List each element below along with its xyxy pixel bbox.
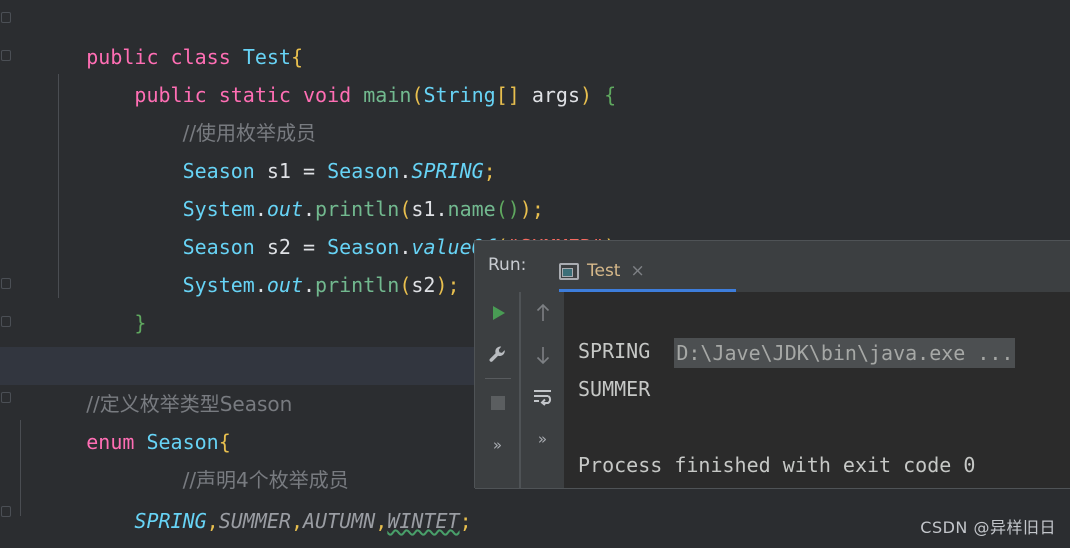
- arrow-down-icon: [536, 347, 549, 365]
- stop-button[interactable]: [476, 382, 519, 424]
- code-line-14-text: }: [72, 540, 98, 548]
- code-line-14[interactable]: }: [0, 502, 1070, 548]
- play-icon: [492, 306, 505, 320]
- code-line-5[interactable]: System.out.println(s1.name());: [0, 152, 1070, 221]
- console-line-2: SUMMER: [578, 377, 651, 401]
- run-tab-test[interactable]: Test ×: [559, 251, 645, 291]
- run-settings-button[interactable]: [476, 334, 519, 376]
- code-line-3[interactable]: //使用枚举成员: [0, 76, 1070, 145]
- soft-wrap-icon: [533, 390, 551, 406]
- run-header: Run: Test ×: [475, 241, 1070, 292]
- code-line-6[interactable]: Season s2 = Season.valueOf("SUMMER");: [0, 190, 1070, 259]
- more-options-left-button[interactable]: »: [476, 424, 519, 466]
- toolbar-separator: [484, 378, 511, 379]
- console-line-1: SPRING: [578, 339, 651, 363]
- stop-square-icon: [490, 396, 505, 410]
- console-line-status: Process finished with exit code 0: [578, 453, 976, 477]
- code-line-1[interactable]: public class Test{: [0, 0, 1070, 69]
- run-tool-window[interactable]: Run: Test × » » D:\Jave\JDK\bin\java.exe…: [474, 240, 1070, 489]
- more-options-right-button[interactable]: »: [521, 418, 564, 460]
- scroll-up-button[interactable]: [521, 292, 564, 334]
- console-output[interactable]: D:\Jave\JDK\bin\java.exe ... SPRING SUMM…: [564, 292, 1070, 488]
- console-command-text: D:\Jave\JDK\bin\java.exe ...: [674, 338, 1016, 368]
- csdn-watermark: CSDN @异样旧日: [920, 518, 1056, 537]
- code-line-4[interactable]: Season s1 = Season.SPRING;: [0, 114, 1070, 183]
- run-toolbar-left[interactable]: »: [476, 292, 519, 488]
- run-window-bottom-edge: [475, 488, 1070, 489]
- rerun-button[interactable]: [476, 292, 519, 334]
- chevron-double-right-icon-2: »: [537, 430, 548, 448]
- soft-wrap-button[interactable]: [521, 376, 564, 418]
- code-line-2[interactable]: public static void main(String[] args) {: [0, 38, 1070, 107]
- arrow-up-icon: [536, 303, 549, 321]
- scroll-down-button[interactable]: [521, 334, 564, 376]
- console-line-command: D:\Jave\JDK\bin\java.exe ...: [564, 296, 1016, 368]
- close-icon[interactable]: ×: [628, 261, 644, 281]
- console-line-3-blank: [564, 408, 578, 446]
- run-label: Run:: [488, 255, 527, 275]
- ide-screenshot: public class Test{ public static void ma…: [0, 0, 1070, 548]
- run-toolbar-right[interactable]: »: [520, 292, 564, 488]
- run-tab-title: Test: [587, 261, 621, 281]
- chevron-double-right-icon: »: [492, 436, 503, 454]
- wrench-icon: [488, 346, 505, 362]
- console-window-icon: [559, 262, 579, 280]
